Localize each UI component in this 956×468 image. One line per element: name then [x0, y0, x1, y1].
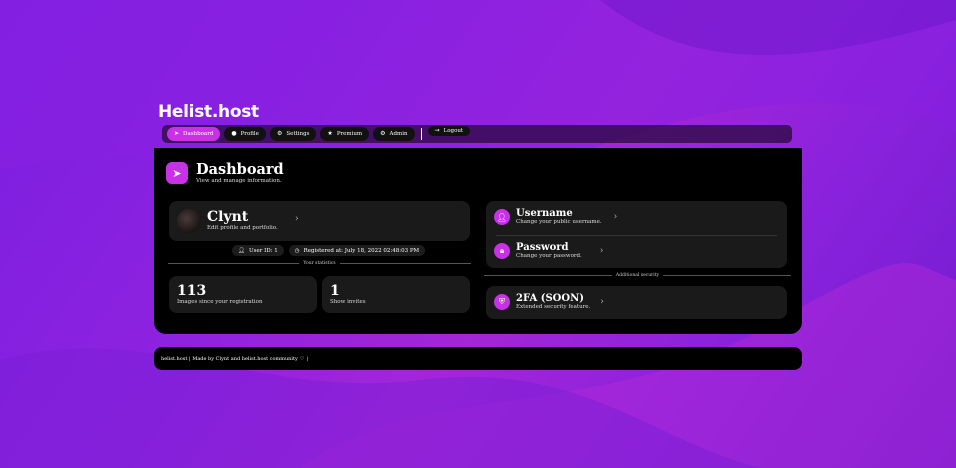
invites-stat-card: 1 Show invites [322, 276, 470, 313]
account-security-card: 👤︎ Username Change your public username.… [486, 201, 787, 268]
divider-line [339, 263, 472, 264]
page-subtitle: View and manage information. [196, 178, 282, 184]
images-stat-card: 113 Images since your registration [169, 276, 317, 313]
nav-premium-button[interactable]: ★ Premium [320, 127, 370, 141]
gears-icon: ⚙ [380, 130, 386, 137]
password-title: Password [516, 242, 569, 253]
nav-dashboard-button[interactable]: ➤ Dashboard [167, 127, 221, 141]
clock-icon: ◷ [294, 247, 300, 254]
profile-name: Clynt [207, 209, 249, 225]
page-header: ➤ Dashboard View and manage information. [166, 162, 284, 184]
heart-icon: ♡ [299, 355, 305, 362]
dashboard-panel: ➤ Dashboard View and manage information.… [154, 148, 802, 334]
username-subtitle: Change your public username. [516, 219, 602, 225]
lock-icon: 🔒︎ [494, 243, 510, 259]
profile-card[interactable]: Clynt Edit profile and portfolio. › [169, 201, 470, 241]
nav-admin-button[interactable]: ⚙ Admin [373, 127, 415, 141]
nav-label: Settings [286, 131, 310, 137]
avatar [177, 209, 201, 233]
images-label: Images since your registration [177, 299, 263, 305]
logout-icon: ⇥ [434, 127, 440, 134]
nav-label: Dashboard [183, 131, 214, 137]
star-icon: ★ [327, 130, 333, 137]
statistics-divider-label: Your statistics [303, 261, 336, 266]
divider-line [496, 235, 777, 236]
account-badges: 👤︎ User ID: 1 ◷ Registered at: July 18, … [232, 245, 426, 256]
registered-badge: ◷ Registered at: July 18, 2022 02:48:03 … [288, 245, 426, 256]
profile-subtitle: Edit profile and portfolio. [207, 225, 278, 231]
gears-icon: ⚙ [276, 130, 283, 137]
nav-profile-button[interactable]: ● Profile [224, 127, 266, 141]
footer-end: | [306, 355, 309, 362]
user-id-badge: 👤︎ User ID: 1 [232, 245, 284, 256]
additional-security-label: Additional security [615, 273, 660, 278]
page-title: Dashboard [196, 161, 284, 178]
divider-line [663, 275, 792, 276]
twofa-item[interactable]: ⛨ 2FA (SOON) Extended security feature. … [494, 294, 604, 310]
paper-plane-icon: ➤ [174, 130, 180, 137]
twofa-card[interactable]: ⛨ 2FA (SOON) Extended security feature. … [486, 286, 787, 319]
user-icon: 👤︎ [494, 209, 510, 225]
additional-security-divider: Additional security [484, 273, 792, 278]
logout-label: Logout [443, 128, 464, 134]
top-navbar: ➤ Dashboard ● Profile ⚙ Settings ★ Premi… [162, 125, 792, 143]
statistics-divider: Your statistics [168, 261, 472, 266]
registered-text: Registered at: July 18, 2022 02:48:03 PM [303, 247, 420, 254]
chevron-right-icon: › [600, 297, 604, 307]
shield-icon: ⛨ [494, 294, 510, 310]
username-item[interactable]: 👤︎ Username Change your public username.… [494, 209, 617, 225]
footer: helist.host | Made by Clynt and helist.h… [154, 347, 802, 370]
nav-settings-button[interactable]: ⚙ Settings [269, 127, 317, 141]
brand-logo[interactable]: Helist.host [158, 102, 259, 122]
chevron-right-icon: › [599, 246, 604, 256]
divider-line [168, 263, 300, 264]
images-count: 113 [177, 283, 207, 299]
logout-button[interactable]: ⇥ Logout [427, 126, 471, 136]
user-circle-icon: ● [231, 130, 237, 137]
nav-label: Admin [389, 131, 408, 137]
twofa-title: 2FA (SOON) [516, 293, 584, 304]
twofa-subtitle: Extended security feature. [516, 304, 591, 310]
nav-label: Profile [240, 131, 259, 137]
invites-label: Show invites [330, 299, 366, 305]
footer-text: helist.host | Made by Clynt and helist.h… [161, 355, 298, 362]
paper-plane-icon: ➤ [166, 162, 188, 184]
divider-line [484, 275, 612, 276]
nav-label: Premium [336, 131, 363, 137]
password-subtitle: Change your password. [516, 253, 582, 259]
user-id-text: User ID: 1 [248, 247, 278, 254]
invites-count: 1 [330, 283, 340, 299]
password-item[interactable]: 🔒︎ Password Change your password. › [494, 243, 603, 259]
chevron-right-icon: › [613, 212, 618, 222]
user-icon: 👤︎ [238, 247, 245, 254]
nav-separator [420, 128, 422, 140]
username-title: Username [516, 208, 573, 219]
chevron-right-icon: › [295, 214, 299, 224]
